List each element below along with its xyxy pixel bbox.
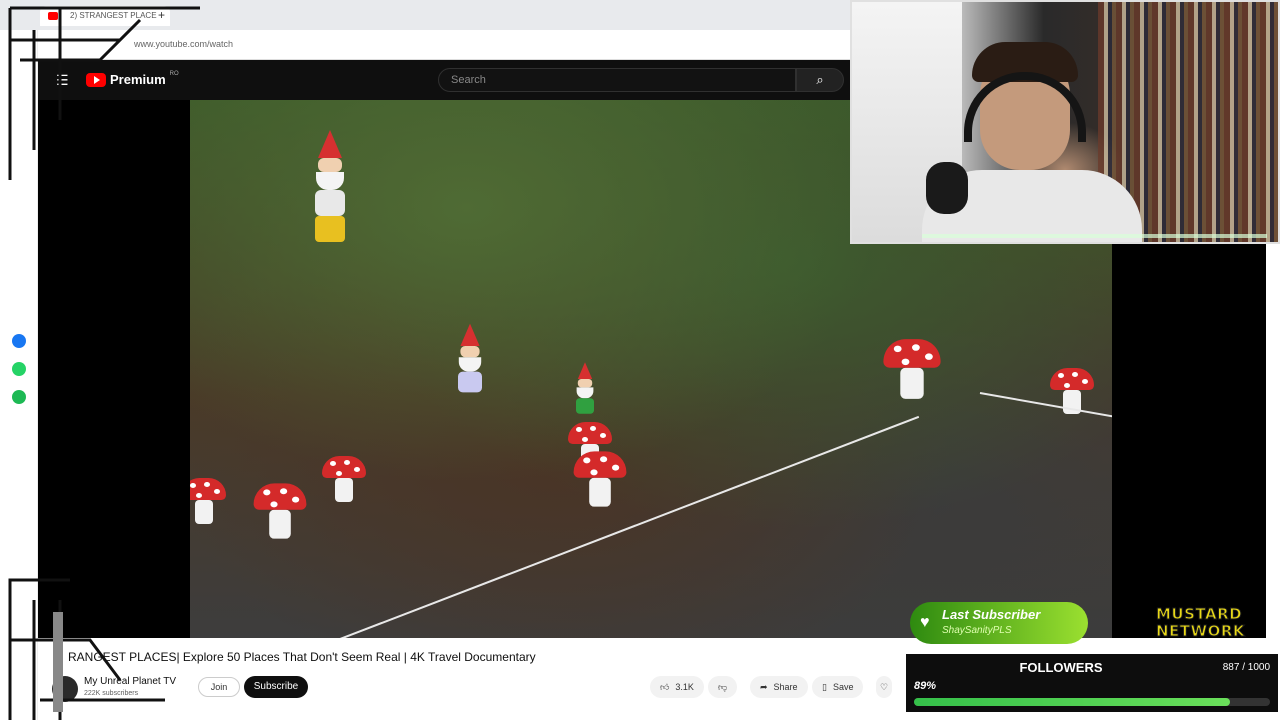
search-icon: ⌕ [816, 72, 824, 87]
hamburger-menu-icon[interactable]: ☰ [56, 72, 69, 89]
share-label: Share [773, 682, 798, 692]
save-label: Save [832, 682, 854, 692]
brand-line2: NETWORK [1156, 622, 1246, 640]
messenger-icon[interactable] [12, 334, 26, 348]
mushroom-figure [573, 451, 627, 507]
logo-region: RO [169, 70, 179, 77]
last-subscriber-widget: ♥ Last Subscriber ShaySanityPLS [910, 602, 1088, 644]
streamer-webcam [850, 0, 1280, 244]
url-text: www.youtube.com/watch [134, 39, 234, 49]
microphone-icon [926, 162, 968, 214]
youtube-play-icon [86, 72, 106, 87]
logo-text: Premium [110, 72, 166, 87]
browser-side-dock [0, 30, 38, 720]
like-button[interactable]: 👍︎ 3.1K [650, 676, 704, 698]
channel-subscriber-count: 222K subscribers [84, 690, 139, 697]
thanks-button[interactable]: ♡ [876, 676, 893, 698]
followers-title: FOLLOWERS [1019, 660, 1103, 675]
gnome-figure [310, 130, 350, 242]
channel-avatar[interactable] [52, 676, 78, 702]
last-subscriber-name: ShaySanityPLS [942, 625, 1012, 636]
heart-icon: ♥ [920, 614, 930, 631]
followers-progress-fill [914, 698, 1230, 706]
thanks-icon: ♡ [880, 682, 889, 692]
last-subscriber-title: Last Subscriber [942, 607, 1041, 622]
rope-line [339, 415, 920, 638]
webcam-bottom-bar [922, 234, 1267, 238]
share-button[interactable]: ➦ Share [750, 676, 808, 698]
thumbs-up-icon: 👍︎ [660, 682, 670, 692]
subscribe-button[interactable]: Subscribe [244, 676, 308, 698]
video-title: RANGEST PLACES| Explore 50 Places That D… [68, 650, 536, 664]
followers-progress-track [914, 698, 1270, 706]
mushroom-figure [883, 339, 941, 399]
brand-line1: MUSTARD [1156, 605, 1243, 623]
new-tab-button[interactable]: + [158, 8, 165, 22]
mushroom-figure [322, 456, 366, 502]
tab-title: 2) STRANGEST PLACE [70, 11, 157, 20]
mushroom-figure [253, 483, 307, 539]
video-info: RANGEST PLACES| Explore 50 Places That D… [38, 638, 904, 720]
thumbs-down-icon: 👎︎ [718, 682, 728, 692]
share-icon: ➦ [760, 682, 768, 692]
search-input[interactable]: Search [438, 68, 796, 92]
youtube-header: ☰ Premium RO Search ⌕ [38, 60, 850, 100]
gnome-figure [454, 323, 486, 393]
youtube-favicon-icon [48, 12, 58, 20]
spotify-icon[interactable] [12, 390, 26, 404]
dislike-button[interactable]: 👎︎ [708, 676, 738, 698]
mushroom-figure [190, 478, 226, 524]
mustard-network-logo: MUSTARD NETWORK [1156, 605, 1274, 644]
address-bar[interactable]: www.youtube.com/watch [0, 30, 850, 60]
like-count: 3.1K [675, 682, 694, 692]
whatsapp-icon[interactable] [12, 362, 26, 376]
gnome-figure [573, 362, 597, 414]
channel-name[interactable]: My Unreal Planet TV [84, 676, 176, 687]
join-button[interactable]: Join [198, 677, 240, 697]
youtube-premium-logo[interactable]: Premium RO [86, 70, 179, 87]
bookmark-icon: ▯ [822, 682, 827, 692]
followers-percent: 89% [914, 680, 937, 692]
save-button[interactable]: ▯ Save [812, 676, 864, 698]
browser-tab[interactable]: 2) STRANGEST PLACE [40, 6, 170, 26]
search-button[interactable]: ⌕ [796, 68, 844, 92]
browser-tab-bar: 2) STRANGEST PLACE + [0, 0, 850, 30]
followers-goal-widget: FOLLOWERS 887 / 1000 89% [904, 652, 1280, 714]
followers-count: 887 / 1000 [1222, 662, 1270, 673]
